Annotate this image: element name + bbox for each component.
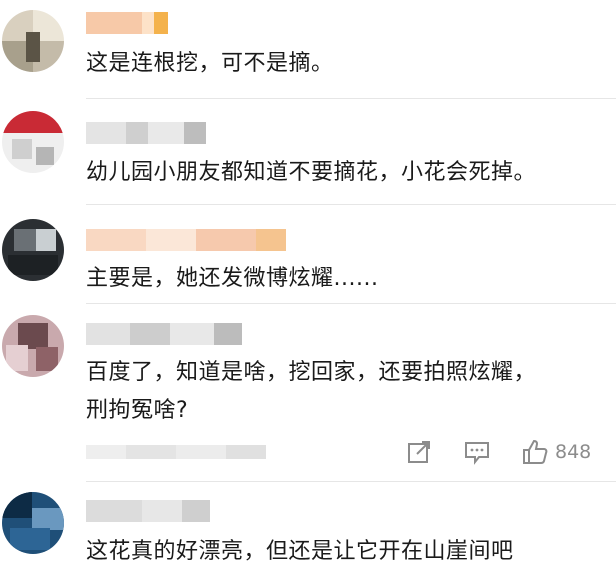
post-meta-redacted bbox=[86, 445, 266, 459]
comment-feed: 这是连根挖，可不是摘。 幼儿园小朋友都知道不要摘花，小花会死掉。 主要是，她还发… bbox=[0, 0, 616, 566]
username-redacted[interactable] bbox=[86, 12, 168, 34]
comment-text: 幼儿园小朋友都知道不要摘花，小花会死掉。 bbox=[86, 160, 537, 185]
comment-text: 主要是，她还发微博炫耀...... bbox=[86, 266, 379, 291]
username-redacted[interactable] bbox=[86, 229, 286, 251]
comment-item: 这花真的好漂亮，但还是让它开在山崖间吧 bbox=[0, 482, 616, 566]
divider bbox=[86, 98, 616, 99]
avatar[interactable] bbox=[2, 10, 64, 72]
username-redacted[interactable] bbox=[86, 122, 206, 144]
comment-item: 主要是，她还发微博炫耀...... bbox=[0, 205, 616, 305]
thumbs-up-icon[interactable] bbox=[521, 438, 549, 466]
comment-text: 这花真的好漂亮，但还是让它开在山崖间吧 bbox=[86, 539, 514, 564]
avatar[interactable] bbox=[2, 111, 64, 173]
comment-text-line: 百度了，知道是啥，挖回家，还要拍照炫耀， bbox=[86, 360, 537, 385]
avatar[interactable] bbox=[2, 492, 64, 554]
avatar[interactable] bbox=[2, 219, 64, 281]
comment-icon[interactable] bbox=[463, 438, 491, 466]
comment-item: 幼儿园小朋友都知道不要摘花，小花会死掉。 bbox=[0, 100, 616, 205]
comment-item: 这是连根挖，可不是摘。 bbox=[0, 0, 616, 100]
username-redacted[interactable] bbox=[86, 323, 242, 345]
share-icon[interactable] bbox=[405, 438, 433, 466]
comment-text-line: 刑拘冤啥? bbox=[86, 398, 189, 423]
username-redacted[interactable] bbox=[86, 500, 210, 522]
divider bbox=[86, 303, 616, 304]
comment-text: 这是连根挖，可不是摘。 bbox=[86, 51, 334, 76]
like-count: 848 bbox=[555, 441, 592, 463]
avatar[interactable] bbox=[2, 315, 64, 377]
comment-actions: 848 bbox=[405, 436, 591, 468]
